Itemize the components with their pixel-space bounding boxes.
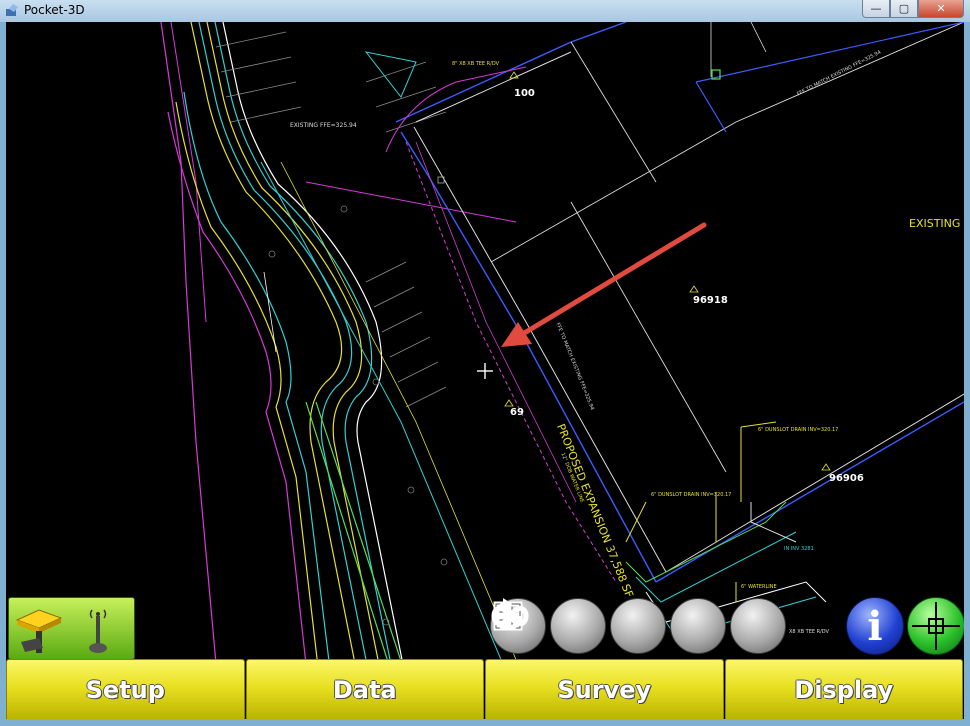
maximize-button[interactable]: ▢ — [890, 0, 918, 18]
antenna-icon — [89, 609, 107, 653]
map-canvas[interactable]: 100 96918 69 96906 EXISTING FFE=325.94 E… — [6, 22, 964, 719]
zoom-window-button[interactable] — [493, 598, 666, 654]
window-frame-bottom — [0, 719, 970, 726]
crosshair-target-icon — [912, 602, 960, 650]
info-button[interactable]: i — [846, 597, 904, 655]
existing-building-label: EXISTING E — [909, 217, 964, 230]
inv-right-label: IN INV 3281 — [784, 546, 814, 552]
data-button[interactable]: Data — [245, 659, 484, 719]
window-title: Pocket-3D — [24, 3, 85, 17]
tee-top-label: 8" X8 XB TEE R/DV — [452, 61, 500, 67]
survey-button[interactable]: Survey — [485, 659, 724, 719]
infinity-icon — [491, 606, 529, 626]
map-crosshair — [477, 363, 493, 379]
dunslot-drain-label-2: 6" DUNSLOT DRAIN INV=320.17 — [651, 492, 732, 498]
dunslot-drain-label-1: 6" DUNSLOT DRAIN INV=320.17 — [758, 427, 839, 433]
main-menu-bar: Setup Data Survey Display — [6, 659, 964, 719]
close-button[interactable]: ✕ — [918, 0, 964, 18]
info-icon: i — [867, 602, 883, 650]
setup-button[interactable]: Setup — [6, 659, 245, 719]
minimize-button[interactable]: — — [862, 0, 890, 18]
point-label-96918: 96918 — [693, 295, 728, 306]
window-frame-right — [964, 22, 970, 726]
infinity-button[interactable] — [491, 598, 786, 654]
tee-bottom-label: X8 XB TEE R/DV — [789, 629, 829, 635]
waterline-label: 6" WATERLINE — [741, 584, 777, 590]
zoom-in-button[interactable] — [493, 598, 606, 654]
cad-drawing — [160, 22, 964, 719]
point-label-96906: 96906 — [829, 473, 864, 484]
rover-status-indicator[interactable] — [8, 597, 135, 660]
refresh-button[interactable] — [493, 598, 726, 654]
point-label-100: 100 — [514, 88, 535, 99]
app-icon — [6, 4, 18, 16]
red-arrow-annotation — [501, 222, 707, 347]
title-bar: Pocket-3D — ▢ ✕ — [0, 0, 970, 23]
rover-icon — [15, 609, 63, 653]
display-button[interactable]: Display — [724, 659, 963, 719]
existing-ffe-label: EXISTING FFE=325.94 — [290, 122, 357, 129]
gps-target-button[interactable] — [907, 597, 964, 655]
point-label-69: 69 — [510, 407, 524, 418]
